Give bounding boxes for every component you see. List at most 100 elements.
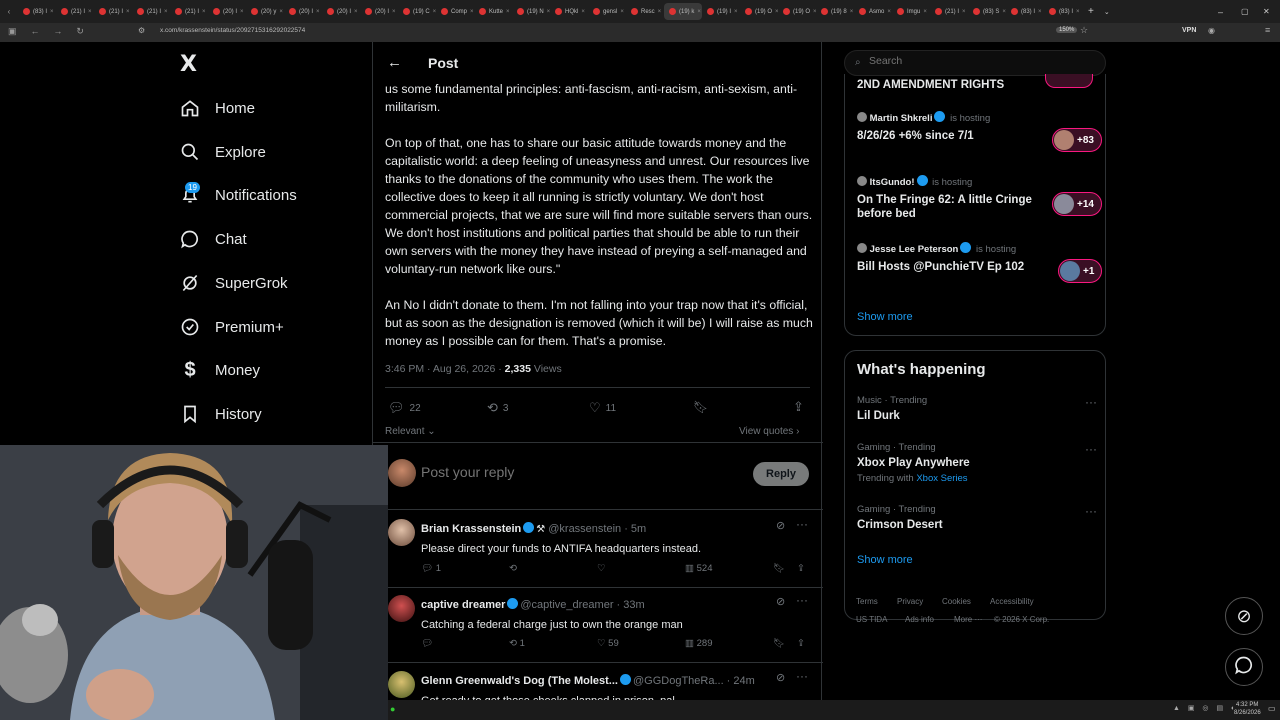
close-tab-icon[interactable]: × bbox=[240, 9, 244, 15]
minimize-icon[interactable]: – bbox=[1218, 7, 1223, 17]
view-quotes-link[interactable]: View quotes › bbox=[739, 426, 799, 437]
share-icon[interactable]: ⇪ bbox=[797, 563, 805, 574]
x-logo[interactable]: X bbox=[180, 52, 197, 77]
browser-tab[interactable]: (83) I × bbox=[18, 3, 56, 20]
footer-link[interactable]: US TIDA bbox=[856, 615, 887, 624]
trend-link[interactable]: Xbox Series bbox=[916, 473, 967, 484]
reply-input[interactable] bbox=[421, 464, 721, 480]
show-more-link[interactable]: Show more bbox=[857, 554, 913, 566]
sort-relevant-dropdown[interactable]: Relevant ⌄ bbox=[385, 426, 436, 437]
vpn-button[interactable]: VPN bbox=[1182, 27, 1196, 34]
footer-link[interactable]: Privacy bbox=[897, 597, 923, 606]
bookmark-star-icon[interactable]: ☆ bbox=[1080, 25, 1088, 36]
sidebar-item-chat[interactable]: Chat bbox=[180, 224, 247, 254]
browser-tab[interactable]: (21) I × bbox=[132, 3, 170, 20]
reply-handle[interactable]: @krassenstein · 5m bbox=[548, 523, 646, 535]
bookmark-icon[interactable]: 🔖︎ bbox=[773, 638, 785, 649]
close-tab-icon[interactable]: × bbox=[354, 9, 358, 15]
footer-link[interactable]: Ads info bbox=[905, 615, 934, 624]
close-tab-icon[interactable]: × bbox=[316, 9, 320, 15]
repost-icon[interactable]: ⟲ 1 bbox=[509, 638, 525, 649]
forward-icon[interactable]: → bbox=[53, 26, 62, 36]
search-box[interactable]: ⌕ bbox=[844, 50, 1106, 76]
heart-icon[interactable]: ♡ 59 bbox=[597, 638, 619, 649]
space-listeners-pill[interactable] bbox=[1045, 74, 1093, 88]
sidebar-toggle-icon[interactable]: ▣ bbox=[8, 26, 17, 37]
browser-tab[interactable]: (20) I × bbox=[360, 3, 398, 20]
close-tab-icon[interactable]: × bbox=[202, 9, 206, 15]
grok-icon[interactable]: ⊘ bbox=[776, 519, 785, 532]
close-tab-icon[interactable]: × bbox=[506, 9, 510, 15]
new-tab-button[interactable]: + bbox=[1088, 6, 1094, 17]
close-tab-icon[interactable]: × bbox=[887, 9, 891, 15]
browser-tab[interactable]: (20) y × bbox=[246, 3, 284, 20]
browser-tab[interactable]: Comp × bbox=[436, 3, 474, 20]
notification-center-icon[interactable]: ▭ bbox=[1268, 704, 1276, 713]
close-tab-icon[interactable]: × bbox=[470, 9, 474, 15]
views-icon[interactable]: ▥ 524 bbox=[685, 563, 712, 574]
close-tab-icon[interactable]: × bbox=[279, 9, 283, 15]
share-action[interactable]: ⇪ bbox=[793, 399, 804, 415]
bookmark-action[interactable]: 🔖︎ bbox=[693, 400, 708, 414]
bookmark-icon[interactable]: 🔖︎ bbox=[773, 563, 785, 574]
reply-item[interactable]: Brian Krassenstein ⚒ @krassenstein · 5m Pl… bbox=[388, 517, 813, 574]
browser-tab[interactable]: (19) 8 × bbox=[816, 3, 854, 20]
browser-tab[interactable]: Asmo × bbox=[854, 3, 892, 20]
close-tab-icon[interactable]: × bbox=[1076, 9, 1080, 15]
space-item[interactable]: ItsGundo! is hosting On The Fringe 62: A… bbox=[857, 175, 1102, 221]
space-item[interactable]: Martin Shkreli is hosting 8/26/26 +6% si… bbox=[857, 111, 1102, 152]
reply-author-name[interactable]: captive dreamer bbox=[421, 599, 505, 611]
close-window-icon[interactable]: ✕ bbox=[1263, 7, 1270, 16]
close-tab-icon[interactable]: × bbox=[697, 9, 701, 15]
reply-handle[interactable]: @GGDogTheRa... · 24m bbox=[633, 675, 755, 687]
tab-back-icon[interactable]: ‹ bbox=[0, 7, 18, 16]
search-input[interactable] bbox=[869, 55, 1089, 67]
reply-button[interactable]: Reply bbox=[753, 462, 809, 486]
reply-icon[interactable]: 💬︎ bbox=[421, 638, 433, 649]
sidebar-item-money[interactable]: $ Money bbox=[180, 355, 260, 385]
grok-icon[interactable]: ⊘ bbox=[776, 595, 785, 608]
sidebar-item-home[interactable]: Home bbox=[180, 93, 255, 123]
app-icon[interactable]: ● bbox=[390, 704, 395, 714]
reply-icon[interactable]: 💬︎ 1 bbox=[421, 563, 441, 574]
close-tab-icon[interactable]: × bbox=[658, 9, 662, 15]
reply-item[interactable]: captive dreamer @captive_dreamer · 33m Ca… bbox=[388, 593, 813, 649]
repost-icon[interactable]: ⟲ bbox=[509, 563, 517, 574]
browser-tab[interactable]: (21) I × bbox=[56, 3, 94, 20]
browser-tab[interactable]: (19) k × bbox=[664, 3, 702, 20]
browser-tab[interactable]: (20) I × bbox=[322, 3, 360, 20]
zoom-indicator[interactable]: 150% bbox=[1056, 27, 1078, 33]
back-icon[interactable]: ← bbox=[30, 26, 39, 36]
browser-tab[interactable]: (19) O × bbox=[778, 3, 816, 20]
profile-icon[interactable]: ◉ bbox=[1208, 26, 1215, 35]
browser-tab[interactable]: gensl × bbox=[588, 3, 626, 20]
browser-tab[interactable]: (19) C × bbox=[398, 3, 436, 20]
chat-button[interactable] bbox=[1225, 648, 1263, 686]
trend-item[interactable]: Music · Trending Lil Durk ··· bbox=[857, 395, 1097, 422]
sidebar-item-premium[interactable]: Premium+ bbox=[180, 312, 284, 342]
browser-tab[interactable]: Kutte × bbox=[474, 3, 512, 20]
show-more-link[interactable]: Show more bbox=[857, 311, 913, 323]
browser-tab[interactable]: (83) I × bbox=[1044, 3, 1082, 20]
close-tab-icon[interactable]: × bbox=[1038, 9, 1042, 15]
maximize-icon[interactable]: ▢ bbox=[1241, 7, 1249, 16]
footer-link[interactable]: More ··· bbox=[954, 615, 982, 624]
sidebar-item-history[interactable]: History bbox=[180, 399, 262, 429]
views-icon[interactable]: ▥ 289 bbox=[685, 638, 712, 649]
browser-tab[interactable]: (21) I × bbox=[170, 3, 208, 20]
back-arrow-icon[interactable]: ← bbox=[387, 54, 402, 71]
close-tab-icon[interactable]: × bbox=[88, 9, 92, 15]
browser-tab[interactable]: (21) I × bbox=[94, 3, 132, 20]
close-tab-icon[interactable]: × bbox=[850, 9, 854, 15]
browser-tab[interactable]: Resc × bbox=[626, 3, 664, 20]
close-tab-icon[interactable]: × bbox=[50, 9, 54, 15]
close-tab-icon[interactable]: × bbox=[923, 9, 927, 15]
browser-tab[interactable]: (20) I × bbox=[284, 3, 322, 20]
close-tab-icon[interactable]: × bbox=[581, 9, 585, 15]
more-options-icon[interactable]: ··· bbox=[1085, 395, 1097, 409]
close-tab-icon[interactable]: × bbox=[620, 9, 624, 15]
reply-handle[interactable]: @captive_dreamer · 33m bbox=[520, 599, 644, 611]
reload-icon[interactable]: ↻ bbox=[76, 26, 84, 37]
close-tab-icon[interactable]: × bbox=[126, 9, 130, 15]
tab-list-icon[interactable]: ⌄ bbox=[1104, 8, 1110, 16]
